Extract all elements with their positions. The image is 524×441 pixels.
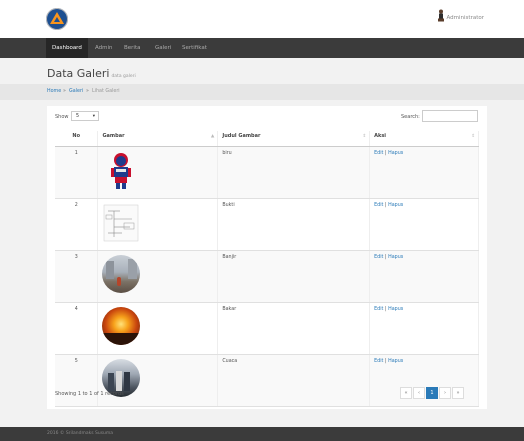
table-row: 2 Bukti Edit | Hapus bbox=[55, 198, 479, 251]
row-number: 2 bbox=[55, 198, 99, 251]
col-header-gambar[interactable]: Gambar ▲ bbox=[97, 131, 219, 147]
row-actions: Edit | Hapus bbox=[369, 146, 479, 199]
page-1-button[interactable]: 1 bbox=[426, 387, 438, 399]
hero-figure-image bbox=[111, 153, 132, 189]
gallery-table: No Gambar ▲ Judul Gambar ⇕ Aksi ⇕ 1 biru… bbox=[55, 131, 479, 407]
footer: 2016 © Srilandmaks Susuma bbox=[0, 427, 524, 441]
records-info: Showing 1 to 1 of 1 records bbox=[55, 391, 124, 397]
nav-admin[interactable]: Admin bbox=[89, 38, 119, 58]
prev-page-button[interactable]: ‹ bbox=[413, 387, 425, 399]
sort-icon: ⇕ bbox=[362, 134, 367, 139]
delete-link[interactable]: Hapus bbox=[388, 307, 403, 312]
row-title: biru bbox=[217, 146, 371, 199]
action-separator: | bbox=[384, 203, 387, 208]
pagination: « ‹ 1 › » bbox=[399, 387, 464, 399]
page-subtitle: data galeri bbox=[111, 74, 136, 79]
row-image-cell bbox=[97, 302, 219, 355]
row-number: 4 bbox=[55, 302, 99, 355]
action-separator: | bbox=[384, 359, 387, 364]
edit-link[interactable]: Edit bbox=[374, 255, 383, 260]
col-header-no-label: No bbox=[72, 133, 81, 139]
user-menu[interactable]: Administrator bbox=[437, 9, 485, 22]
delete-link[interactable]: Hapus bbox=[388, 255, 403, 260]
first-page-button[interactable]: « bbox=[400, 387, 412, 399]
col-header-judul-label: Judul Gambar bbox=[222, 133, 261, 139]
breadcrumb-sep: » bbox=[86, 89, 89, 94]
edit-link[interactable]: Edit bbox=[374, 203, 383, 208]
table-row: 4 Bakar Edit | Hapus bbox=[55, 302, 479, 355]
row-number: 3 bbox=[55, 250, 99, 303]
page-title: Data Galeri data galeri bbox=[47, 67, 136, 80]
col-header-aksi[interactable]: Aksi ⇕ bbox=[369, 131, 479, 147]
edit-link[interactable]: Edit bbox=[374, 307, 383, 312]
breadcrumb-sep: » bbox=[63, 89, 66, 94]
action-separator: | bbox=[384, 151, 387, 156]
page-size-select[interactable]: 5 ▾ bbox=[71, 111, 99, 121]
col-header-no[interactable]: No bbox=[55, 131, 99, 147]
row-actions: Edit | Hapus bbox=[369, 302, 479, 355]
row-actions: Edit | Hapus bbox=[369, 198, 479, 251]
nav-galeri[interactable]: Galeri bbox=[149, 38, 177, 58]
col-header-judul[interactable]: Judul Gambar ⇕ bbox=[217, 131, 371, 147]
show-label: Show bbox=[55, 114, 69, 120]
breadcrumb-current: Lihat Galeri bbox=[92, 89, 120, 94]
chevron-down-icon: ▾ bbox=[92, 114, 95, 119]
row-number: 1 bbox=[55, 146, 99, 199]
fire-image bbox=[102, 307, 141, 345]
logo[interactable] bbox=[46, 8, 68, 30]
gallery-panel: Show 5 ▾ Search: No Gambar ▲ Judul Gambar… bbox=[47, 106, 487, 409]
breadcrumb-galeri[interactable]: Galeri bbox=[69, 89, 83, 94]
nav-dashboard[interactable]: Dashboard bbox=[46, 38, 88, 58]
page-size-value: 5 bbox=[76, 114, 80, 119]
row-actions: Edit | Hapus bbox=[369, 250, 479, 303]
col-header-gambar-label: Gambar bbox=[102, 133, 125, 139]
top-header: Administrator bbox=[0, 0, 524, 38]
main-nav: Dashboard Admin Berita Galeri Sertifikat bbox=[0, 38, 524, 58]
edit-link[interactable]: Edit bbox=[374, 359, 383, 364]
next-page-button[interactable]: › bbox=[439, 387, 451, 399]
document-image bbox=[104, 204, 139, 242]
col-header-aksi-label: Aksi bbox=[374, 133, 387, 139]
row-image-cell bbox=[97, 354, 219, 407]
row-image-cell bbox=[97, 250, 219, 303]
breadcrumb-home[interactable]: Home bbox=[47, 89, 61, 94]
search-label: Search: bbox=[401, 114, 420, 120]
delete-link[interactable]: Hapus bbox=[388, 203, 403, 208]
footer-text: 2016 © Srilandmaks Susuma bbox=[47, 431, 114, 436]
nav-sertifikat[interactable]: Sertifikat bbox=[176, 38, 213, 58]
delete-link[interactable]: Hapus bbox=[388, 151, 403, 156]
row-title: Bukti bbox=[217, 198, 371, 251]
row-image-cell bbox=[97, 146, 219, 199]
flood-image bbox=[102, 255, 141, 293]
row-title: Banjir bbox=[217, 250, 371, 303]
user-name: Administrator bbox=[446, 15, 485, 21]
sort-icon: ⇕ bbox=[471, 134, 475, 139]
edit-link[interactable]: Edit bbox=[374, 151, 383, 156]
row-image-cell bbox=[97, 198, 219, 251]
search-input[interactable] bbox=[422, 110, 478, 122]
table-row: 3 Banjir Edit | Hapus bbox=[55, 250, 479, 303]
nav-berita[interactable]: Berita bbox=[118, 38, 146, 58]
row-number: 5 bbox=[55, 354, 99, 407]
last-page-button[interactable]: » bbox=[452, 387, 464, 399]
action-separator: | bbox=[384, 255, 387, 260]
row-title: Cuaca bbox=[217, 354, 371, 407]
sort-asc-icon: ▲ bbox=[210, 134, 215, 139]
row-title: Bakar bbox=[217, 302, 371, 355]
user-avatar-icon bbox=[437, 9, 444, 22]
table-row: 1 biru Edit | Hapus bbox=[55, 146, 479, 199]
breadcrumb: Home » Galeri » Lihat Galeri bbox=[0, 84, 524, 100]
page-title-text: Data Galeri bbox=[47, 67, 110, 80]
delete-link[interactable]: Hapus bbox=[388, 359, 403, 364]
action-separator: | bbox=[384, 307, 387, 312]
